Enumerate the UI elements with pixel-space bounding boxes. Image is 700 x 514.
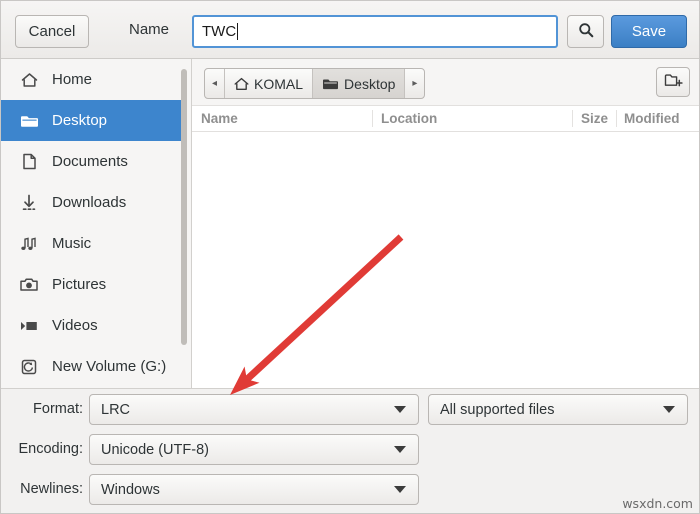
format-dropdown[interactable]: LRC (89, 394, 419, 425)
video-icon (19, 317, 39, 335)
search-button[interactable] (567, 15, 604, 48)
save-button[interactable]: Save (611, 15, 687, 48)
new-folder-icon (664, 72, 683, 93)
newlines-dropdown-value: Windows (101, 481, 160, 498)
sidebar-item-documents[interactable]: Documents (1, 141, 191, 182)
column-header-modified[interactable]: Modified (624, 111, 680, 126)
file-filter-dropdown-value: All supported files (440, 401, 555, 418)
folder-icon (322, 77, 339, 91)
sidebar-item-desktop[interactable]: Desktop (1, 100, 186, 141)
search-icon (578, 22, 594, 42)
name-field-label: Name (129, 21, 170, 38)
format-label: Format: (33, 401, 83, 417)
file-browser-pane: ◂ KOMAL Desktop ▸ Name Location Size Mod… (192, 59, 699, 388)
save-file-dialog: Cancel Name TWC Save Home Desktop Docume… (0, 0, 700, 514)
sidebar-scrollbar[interactable] (181, 63, 189, 383)
file-filter-dropdown[interactable]: All supported files (428, 394, 688, 425)
cancel-button[interactable]: Cancel (15, 15, 89, 48)
path-bar: ◂ KOMAL Desktop ▸ (192, 59, 699, 105)
home-icon (234, 77, 249, 91)
sidebar-item-label: Documents (52, 153, 128, 170)
breadcrumb-label: Desktop (344, 75, 396, 92)
column-header-size[interactable]: Size (581, 111, 608, 126)
encoding-dropdown-value: Unicode (UTF-8) (101, 441, 209, 458)
file-list-header: Name Location Size Modified (192, 105, 699, 132)
drive-icon (19, 358, 39, 376)
sidebar-item-downloads[interactable]: Downloads (1, 182, 191, 223)
document-icon (19, 153, 39, 171)
breadcrumb-forward-button[interactable]: ▸ (405, 69, 424, 98)
dialog-header: Cancel Name TWC Save (1, 1, 699, 59)
save-button-label: Save (631, 23, 667, 40)
places-sidebar[interactable]: Home Desktop Documents Downloads Music P… (1, 59, 192, 388)
breadcrumb-back-button[interactable]: ◂ (205, 69, 226, 98)
column-separator[interactable] (572, 110, 573, 127)
sidebar-item-label: Downloads (52, 194, 127, 211)
file-list[interactable] (192, 132, 699, 388)
cancel-button-label: Cancel (28, 23, 76, 40)
sidebar-scrollbar-thumb[interactable] (181, 69, 187, 345)
new-folder-button[interactable] (656, 67, 690, 97)
sidebar-item-music[interactable]: Music (1, 223, 191, 264)
newlines-dropdown[interactable]: Windows (89, 474, 419, 505)
breadcrumb[interactable]: ◂ KOMAL Desktop ▸ (204, 68, 426, 99)
sidebar-item-new-volume[interactable]: New Volume (G:) (1, 346, 191, 387)
camera-icon (19, 276, 39, 294)
folder-icon (19, 112, 39, 130)
chevron-down-icon (394, 446, 406, 453)
chevron-down-icon (663, 406, 675, 413)
column-header-name[interactable]: Name (201, 111, 238, 126)
sidebar-item-label: Videos (52, 317, 98, 334)
breadcrumb-item-komal[interactable]: KOMAL (225, 69, 314, 98)
save-options-panel: Format: LRC All supported files Encoding… (1, 388, 699, 513)
column-header-location[interactable]: Location (381, 111, 437, 126)
sidebar-item-videos[interactable]: Videos (1, 305, 191, 346)
home-icon (19, 71, 39, 89)
download-icon (19, 194, 39, 212)
name-input[interactable]: TWC (192, 15, 558, 48)
sidebar-item-label: Home (52, 71, 93, 88)
text-caret (237, 23, 239, 40)
sidebar-item-pictures[interactable]: Pictures (1, 264, 191, 305)
breadcrumb-forward-icon: ▸ (412, 78, 418, 89)
chevron-down-icon (394, 486, 406, 493)
chevron-down-icon (394, 406, 406, 413)
sidebar-item-label: Music (52, 235, 92, 252)
sidebar-item-label: New Volume (G:) (52, 358, 167, 375)
watermark: wsxdn.com (622, 496, 693, 511)
sidebar-item-home[interactable]: Home (1, 59, 191, 100)
format-dropdown-value: LRC (101, 401, 131, 418)
sidebar-item-label: Desktop (52, 112, 108, 129)
name-input-value: TWC (202, 23, 237, 40)
breadcrumb-label: KOMAL (254, 75, 304, 92)
breadcrumb-item-desktop[interactable]: Desktop (313, 69, 406, 98)
sidebar-item-label: Pictures (52, 276, 107, 293)
music-note-icon (19, 235, 39, 253)
encoding-label: Encoding: (18, 441, 84, 457)
encoding-dropdown[interactable]: Unicode (UTF-8) (89, 434, 419, 465)
column-separator[interactable] (616, 110, 617, 127)
column-separator[interactable] (372, 110, 373, 127)
breadcrumb-back-icon: ◂ (212, 78, 218, 89)
newlines-label: Newlines: (20, 481, 83, 497)
